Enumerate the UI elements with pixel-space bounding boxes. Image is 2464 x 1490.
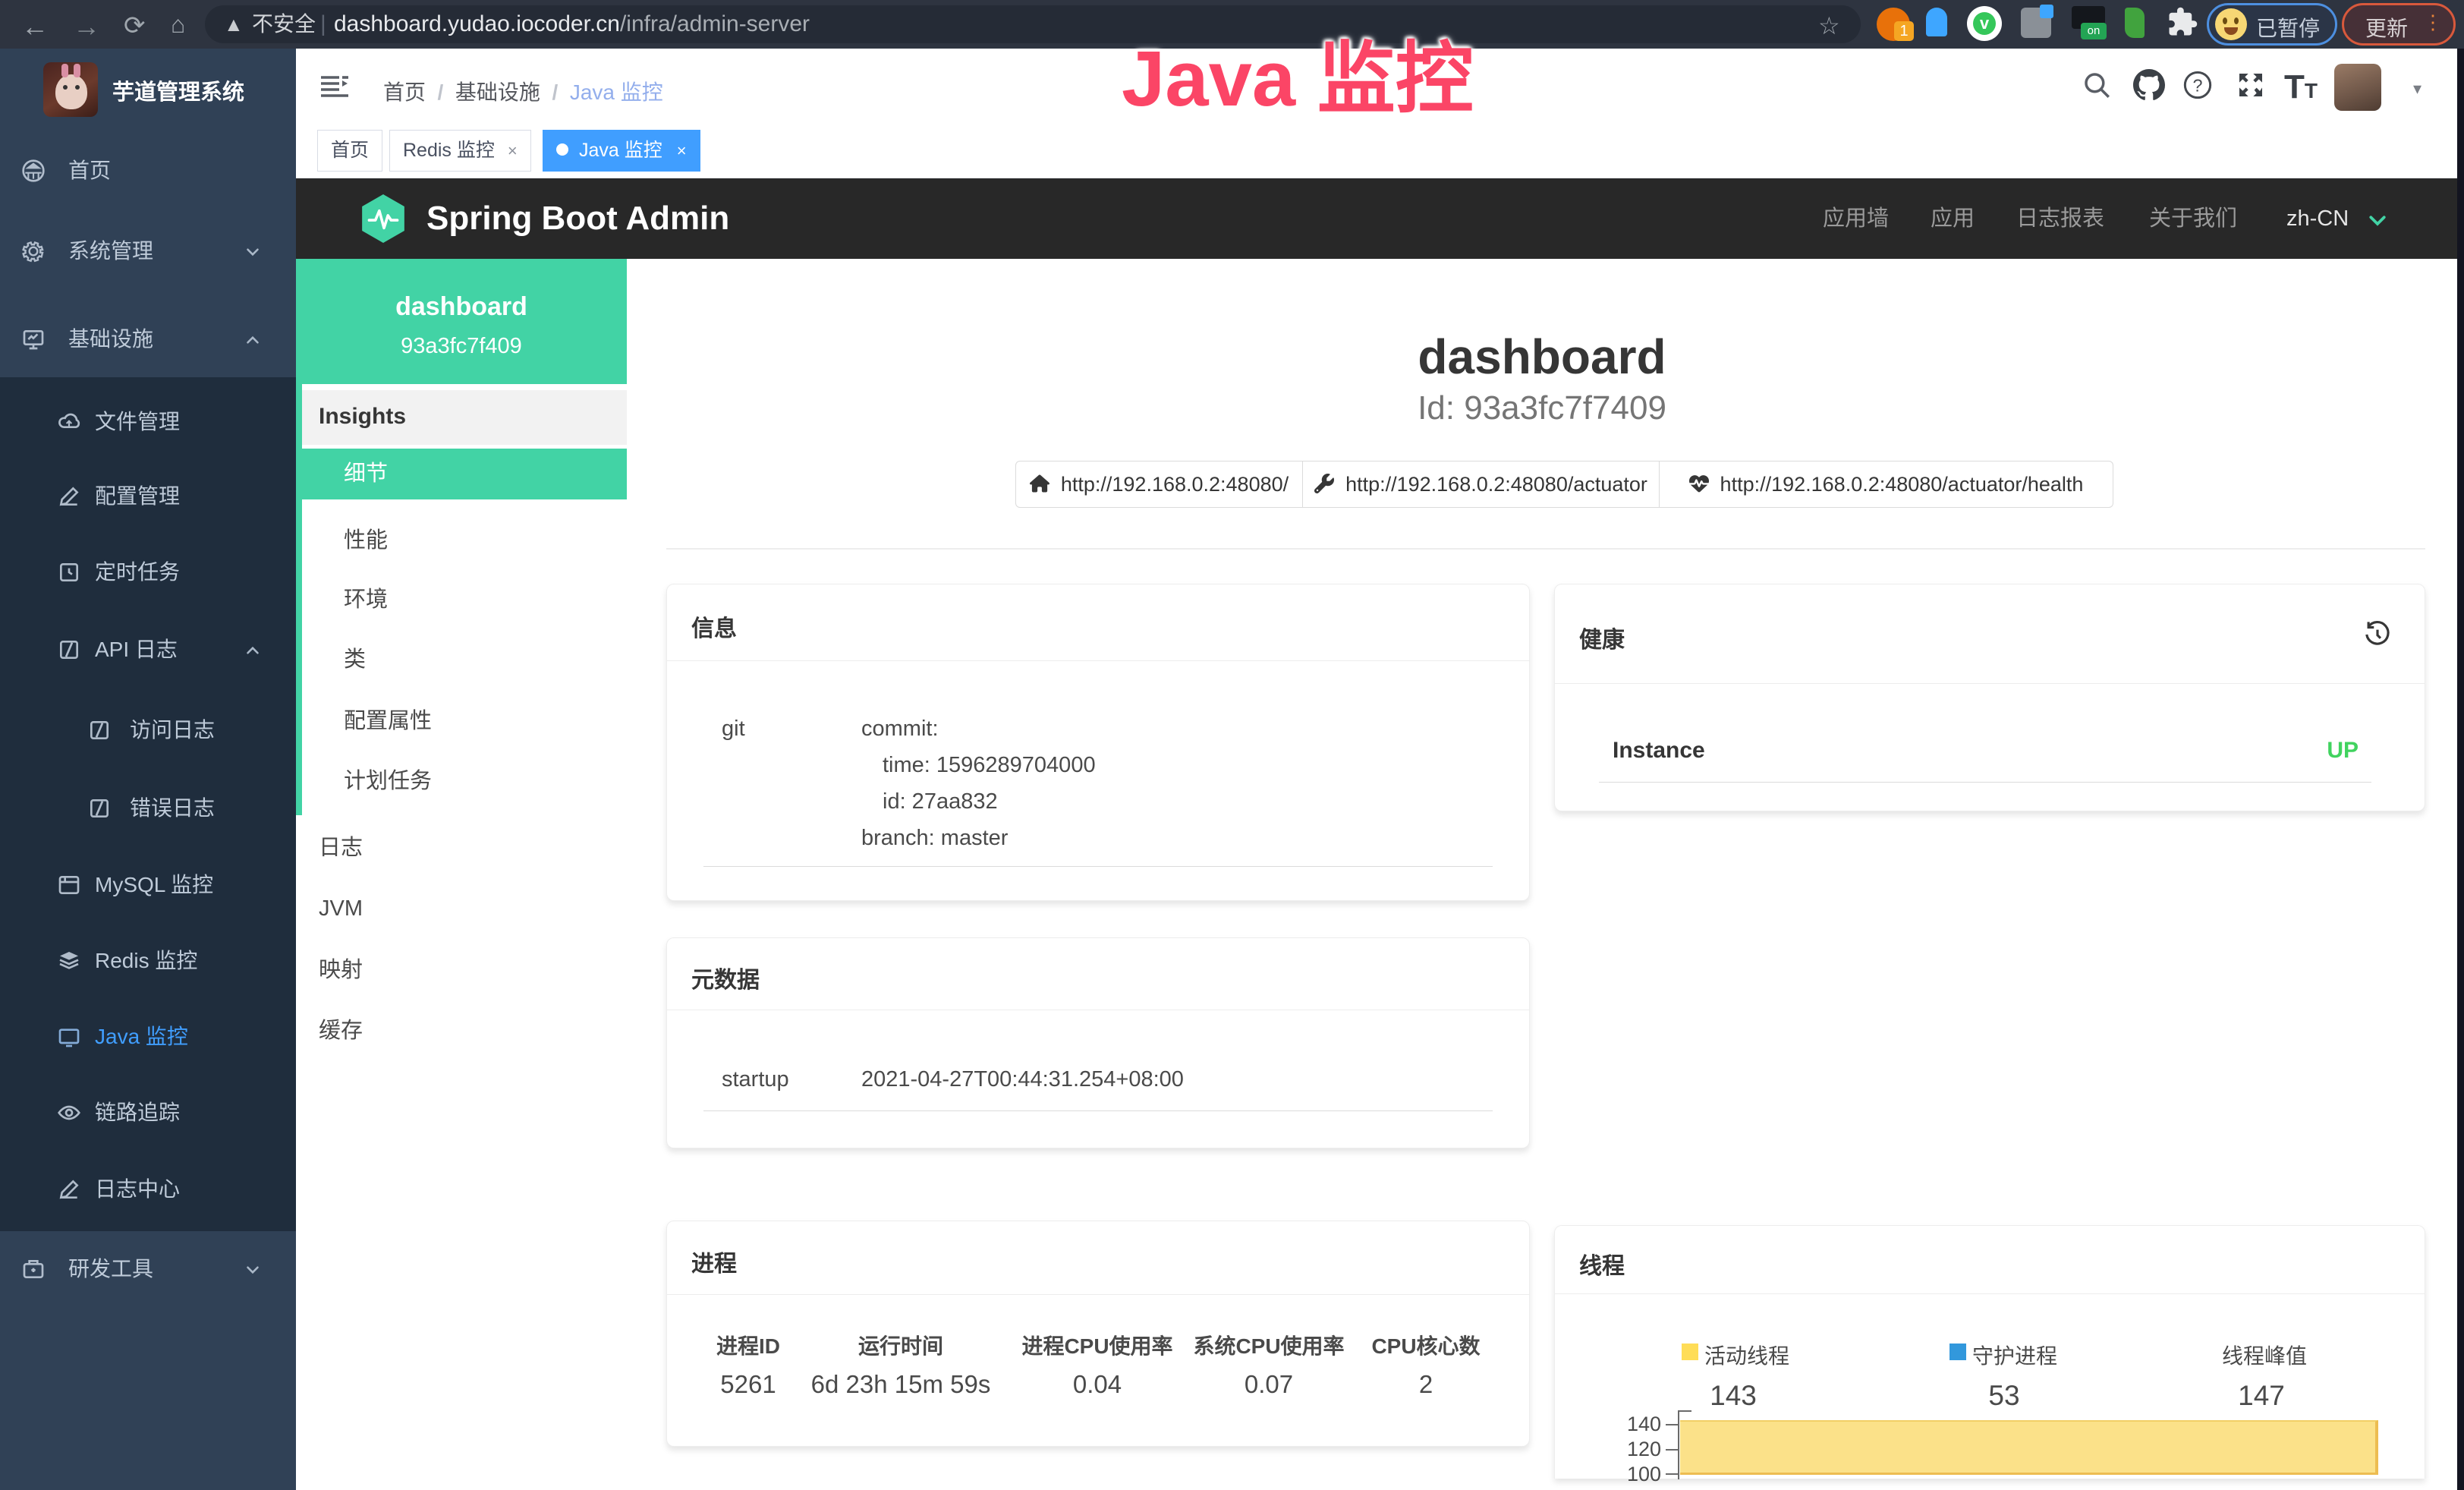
svg-text:?: ?: [2193, 75, 2203, 95]
